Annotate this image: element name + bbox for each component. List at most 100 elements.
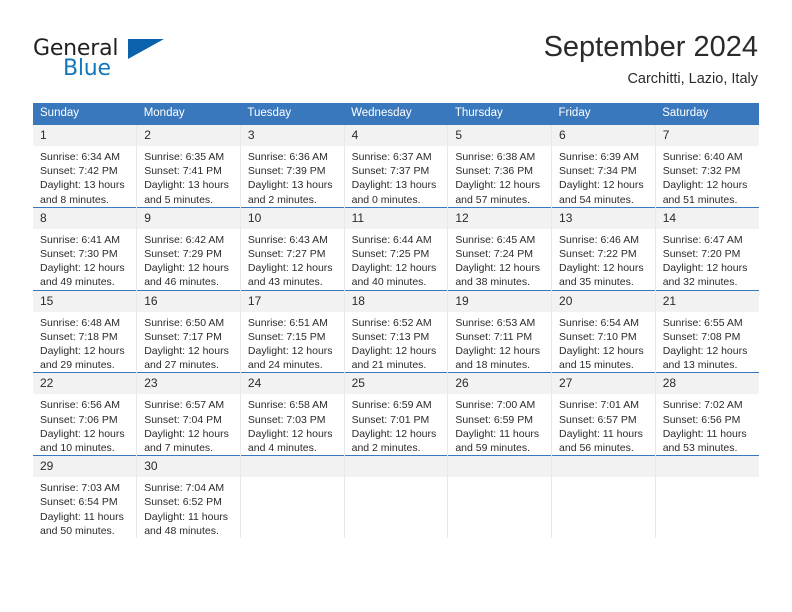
sunrise-text: Sunrise: 6:55 AM — [662, 316, 743, 329]
day-number: 6 — [552, 125, 655, 146]
daylight-text-line1: Daylight: 12 hours — [559, 262, 644, 275]
daylight-text-line2: and 56 minutes. — [559, 442, 634, 455]
sunset-text: Sunset: 7:30 PM — [40, 248, 118, 261]
daylight-text-line2: and 27 minutes. — [144, 359, 219, 372]
location-subtitle: Carchitti, Lazio, Italy — [627, 71, 758, 87]
sunset-text: Sunset: 6:52 PM — [144, 496, 222, 509]
calendar-day-cell[interactable]: 12 Sunrise: 6:45 AM Sunset: 7:24 PM Dayligh… — [447, 206, 552, 291]
calendar-day-cell[interactable]: 5 Sunrise: 6:38 AM Sunset: 7:36 PM Daylight… — [447, 124, 552, 208]
weekday-header-sunday: Sunday — [33, 103, 137, 125]
calendar-day-cell[interactable]: 13 Sunrise: 6:46 AM Sunset: 7:22 PM Dayligh… — [551, 206, 656, 291]
daylight-text-line2: and 54 minutes. — [559, 193, 634, 206]
day-number: 28 — [655, 373, 759, 395]
daylight-text-line2: and 0 minutes. — [351, 193, 421, 206]
day-number — [344, 456, 448, 478]
day-info: Sunrise: 6:39 AM Sunset: 7:34 PM Daylight:… — [552, 146, 655, 207]
sunset-text: Sunset: 7:18 PM — [40, 330, 118, 343]
calendar-day-cell[interactable]: 6 Sunrise: 6:39 AM Sunset: 7:34 PM Daylight… — [551, 124, 656, 208]
calendar-day-cell[interactable]: 28 Sunrise: 7:02 AM Sunset: 6:56 PM Dayligh… — [654, 372, 759, 456]
calendar-day-cell[interactable]: 15 Sunrise: 6:48 AM Sunset: 7:18 PM Dayligh… — [33, 289, 137, 373]
sunrise-text: Sunrise: 6:45 AM — [455, 233, 536, 246]
daylight-text-line1: Daylight: 12 hours — [247, 427, 333, 440]
sunrise-text: Sunrise: 6:52 AM — [351, 316, 432, 329]
calendar-day-cell[interactable]: 7 Sunrise: 6:40 AM Sunset: 7:32 PM Daylight… — [654, 124, 759, 208]
calendar-empty-cell — [551, 455, 656, 539]
day-number: 3 — [240, 125, 344, 146]
daylight-text-line1: Daylight: 11 hours — [559, 427, 643, 440]
daylight-text-line2: and 51 minutes. — [662, 193, 738, 206]
sunrise-text: Sunrise: 6:54 AM — [559, 316, 639, 329]
calendar-day-cell[interactable]: 9 Sunrise: 6:42 AM Sunset: 7:29 PM Daylight… — [136, 206, 241, 291]
sunrise-text: Sunrise: 6:47 AM — [662, 233, 743, 246]
calendar-day-cell[interactable]: 21 Sunrise: 6:55 AM Sunset: 7:08 PM Dayligh… — [654, 289, 759, 373]
day-number — [655, 456, 759, 478]
day-info: Sunrise: 6:54 AM Sunset: 7:10 PM Daylight:… — [552, 312, 655, 373]
day-number: 5 — [448, 125, 552, 146]
calendar-day-cell[interactable]: 18 Sunrise: 6:52 AM Sunset: 7:13 PM Dayligh… — [343, 289, 448, 373]
calendar-day-cell[interactable]: 11 Sunrise: 6:44 AM Sunset: 7:25 PM Dayligh… — [343, 206, 448, 291]
sunrise-text: Sunrise: 6:40 AM — [662, 151, 743, 163]
day-number: 20 — [552, 290, 655, 312]
day-info: Sunrise: 6:44 AM Sunset: 7:25 PM Daylight:… — [345, 229, 448, 290]
calendar-day-cell[interactable]: 8 Sunrise: 6:41 AM Sunset: 7:30 PM Daylight… — [33, 206, 137, 291]
calendar-header-row: Sunday Monday Tuesday Wednesday Thursday… — [33, 103, 759, 125]
daylight-text-line1: Daylight: 12 hours — [144, 427, 229, 440]
sunrise-text: Sunrise: 6:38 AM — [455, 151, 536, 163]
daylight-text-line1: Daylight: 12 hours — [455, 179, 540, 192]
daylight-text-line2: and 57 minutes. — [455, 193, 531, 206]
daylight-text-line1: Daylight: 12 hours — [144, 345, 229, 358]
calendar-day-cell[interactable]: 22 Sunrise: 6:56 AM Sunset: 7:06 PM Dayligh… — [33, 372, 137, 456]
calendar-day-cell[interactable]: 26 Sunrise: 7:00 AM Sunset: 6:59 PM Dayligh… — [447, 372, 552, 456]
sunset-text: Sunset: 7:32 PM — [662, 165, 741, 178]
calendar-day-cell[interactable]: 19 Sunrise: 6:53 AM Sunset: 7:11 PM Dayligh… — [447, 289, 552, 373]
calendar-day-cell[interactable]: 30 Sunrise: 7:04 AM Sunset: 6:52 PM Dayligh… — [136, 455, 241, 539]
day-info: Sunrise: 6:50 AM Sunset: 7:17 PM Daylight:… — [137, 312, 240, 373]
calendar-day-cell[interactable]: 2 Sunrise: 6:35 AM Sunset: 7:41 PM Daylight… — [136, 124, 241, 208]
calendar-day-cell[interactable]: 14 Sunrise: 6:47 AM Sunset: 7:20 PM Dayligh… — [654, 206, 759, 291]
calendar-day-cell[interactable]: 17 Sunrise: 6:51 AM Sunset: 7:15 PM Dayligh… — [239, 289, 345, 373]
daylight-text-line2: and 2 minutes. — [247, 193, 317, 206]
calendar-day-cell[interactable]: 16 Sunrise: 6:50 AM Sunset: 7:17 PM Dayligh… — [136, 289, 241, 373]
sunset-text: Sunset: 7:24 PM — [455, 248, 533, 261]
calendar-day-cell[interactable]: 23 Sunrise: 6:57 AM Sunset: 7:04 PM Dayligh… — [136, 372, 241, 456]
calendar-day-cell[interactable]: 10 Sunrise: 6:43 AM Sunset: 7:27 PM Dayligh… — [239, 206, 345, 291]
day-info: Sunrise: 6:41 AM Sunset: 7:30 PM Daylight:… — [33, 229, 136, 290]
sunrise-text: Sunrise: 6:43 AM — [247, 233, 328, 246]
calendar-day-cell[interactable]: 3 Sunrise: 6:36 AM Sunset: 7:39 PM Daylight… — [239, 124, 345, 208]
calendar-day-cell[interactable]: 29 Sunrise: 7:03 AM Sunset: 6:54 PM Dayligh… — [33, 455, 137, 539]
day-number: 23 — [137, 373, 240, 395]
calendar-day-cell[interactable]: 25 Sunrise: 6:59 AM Sunset: 7:01 PM Dayligh… — [343, 372, 448, 456]
calendar-week-row: 8 Sunrise: 6:41 AM Sunset: 7:30 PM Daylight… — [33, 206, 759, 291]
calendar-day-cell[interactable]: 20 Sunrise: 6:54 AM Sunset: 7:10 PM Dayligh… — [551, 289, 656, 373]
calendar-day-cell[interactable]: 4 Sunrise: 6:37 AM Sunset: 7:37 PM Daylight… — [343, 124, 448, 208]
calendar-empty-cell — [343, 455, 448, 539]
sunset-text: Sunset: 7:41 PM — [144, 165, 222, 178]
daylight-text-line1: Daylight: 12 hours — [455, 262, 540, 275]
day-number: 27 — [552, 373, 655, 395]
day-info: Sunrise: 7:03 AM Sunset: 6:54 PM Daylight:… — [33, 477, 136, 538]
day-number: 1 — [33, 125, 137, 146]
day-info: Sunrise: 6:35 AM Sunset: 7:41 PM Daylight:… — [137, 146, 240, 207]
logo-general-blue[interactable]: General Blue — [33, 36, 253, 84]
daylight-text-line1: Daylight: 12 hours — [351, 427, 437, 440]
calendar-grid: Sunday Monday Tuesday Wednesday Thursday… — [33, 103, 759, 539]
page-header: General Blue September 2024 Carchitti, L… — [0, 0, 792, 96]
calendar-week-row: 29 Sunrise: 7:03 AM Sunset: 6:54 PM Dayligh… — [33, 455, 759, 539]
day-number: 24 — [240, 373, 344, 395]
day-info: Sunrise: 6:51 AM Sunset: 7:15 PM Daylight:… — [241, 312, 344, 373]
day-number: 4 — [344, 125, 448, 146]
calendar-day-cell[interactable]: 24 Sunrise: 6:58 AM Sunset: 7:03 PM Dayligh… — [239, 372, 345, 456]
daylight-text-line2: and 4 minutes. — [247, 442, 317, 455]
daylight-text-line1: Daylight: 13 hours — [247, 179, 333, 192]
daylight-text-line2: and 48 minutes. — [144, 524, 219, 537]
sunset-text: Sunset: 7:08 PM — [662, 330, 741, 343]
sunset-text: Sunset: 7:11 PM — [455, 330, 533, 343]
daylight-text-line2: and 5 minutes. — [144, 193, 214, 206]
calendar-day-cell[interactable]: 1 Sunrise: 6:34 AM Sunset: 7:42 PM Daylight… — [33, 124, 137, 208]
daylight-text-line1: Daylight: 12 hours — [559, 345, 644, 358]
sunset-text: Sunset: 7:22 PM — [559, 248, 637, 261]
sunrise-text: Sunrise: 6:56 AM — [40, 399, 120, 412]
day-number: 2 — [137, 125, 240, 146]
calendar-day-cell[interactable]: 27 Sunrise: 7:01 AM Sunset: 6:57 PM Dayligh… — [551, 372, 656, 456]
day-number: 12 — [448, 207, 552, 229]
